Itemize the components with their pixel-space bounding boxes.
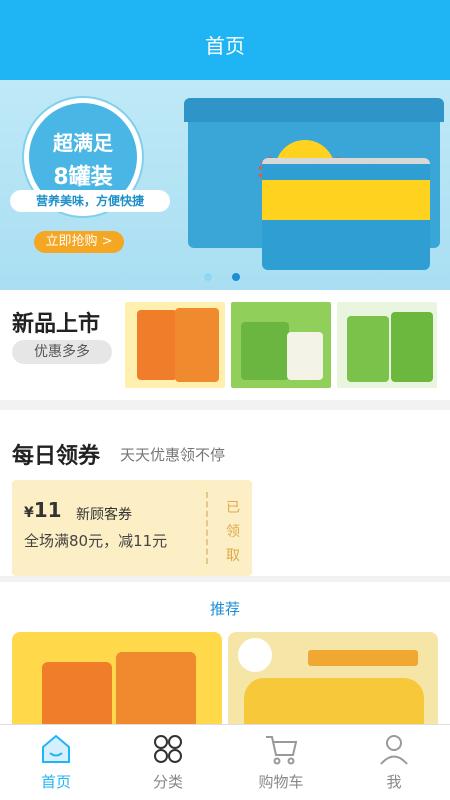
new-product-thumb[interactable] bbox=[337, 302, 437, 388]
promo-slogan: 营养美味，方便快捷 bbox=[10, 190, 170, 212]
badge-line1: 超满足 bbox=[53, 131, 113, 155]
can-band bbox=[368, 180, 430, 220]
tab-home[interactable]: 首页 bbox=[0, 725, 112, 800]
coupon-amount: ¥11 bbox=[24, 498, 62, 522]
currency-symbol: ¥ bbox=[24, 505, 34, 521]
coupon-divider bbox=[206, 492, 208, 564]
recommend-section: 推荐 bbox=[0, 582, 450, 732]
carousel-dots bbox=[204, 266, 260, 285]
cart-icon bbox=[266, 736, 298, 765]
discount-tag[interactable]: 优惠多多 bbox=[12, 340, 112, 364]
carousel-dot[interactable] bbox=[204, 273, 212, 281]
product-pack bbox=[287, 332, 323, 380]
recommend-card[interactable] bbox=[228, 632, 438, 732]
coupon-condition: 全场满80元，减11元 bbox=[24, 532, 168, 550]
user-icon bbox=[380, 735, 408, 765]
coupon-subtitle: 天天优惠领不停 bbox=[120, 446, 226, 464]
tab-label: 首页 bbox=[40, 773, 71, 791]
tab-label: 购物车 bbox=[258, 773, 304, 791]
recommend-card[interactable] bbox=[12, 632, 222, 732]
product-pack bbox=[137, 310, 177, 380]
coupon-status[interactable]: 已领取 bbox=[226, 496, 242, 568]
box-lid bbox=[184, 98, 444, 122]
brand-logo-image bbox=[238, 638, 272, 672]
product-pack bbox=[391, 312, 433, 382]
promo-banner[interactable]: 超满足 8罐装 营养美味，方便快捷 立即抢购 > 老鸭暖汤 bbox=[0, 80, 450, 290]
bottom-tab-bar: 首页 分类 购物车 我 bbox=[0, 724, 450, 800]
new-arrivals-title: 新品上市 bbox=[12, 312, 101, 337]
product-can-image bbox=[368, 158, 430, 270]
category-icon bbox=[154, 735, 182, 763]
page-title: 首页 bbox=[205, 34, 245, 58]
coupon-section: 每日领券 天天优惠领不停 ¥11 新顾客券 全场满80元，减11元 已领取 bbox=[0, 410, 450, 576]
product-pack bbox=[42, 662, 112, 732]
product-pack bbox=[175, 308, 219, 382]
recommend-title: 推荐 bbox=[209, 600, 240, 618]
product-pack bbox=[116, 652, 196, 732]
buy-now-button[interactable]: 立即抢购 > bbox=[34, 231, 124, 253]
coupon-value: 11 bbox=[33, 498, 62, 522]
tab-label: 我 bbox=[386, 773, 402, 791]
top-bar: 首页 bbox=[0, 0, 450, 80]
coupon-title: 每日领券 bbox=[12, 444, 101, 469]
product-pack bbox=[347, 316, 389, 382]
banner-ribbon bbox=[308, 650, 418, 666]
tab-category[interactable]: 分类 bbox=[112, 725, 224, 800]
tab-cart[interactable]: 购物车 bbox=[225, 725, 337, 800]
new-customer-coupon[interactable]: ¥11 新顾客券 全场满80元，减11元 已领取 bbox=[12, 480, 252, 576]
new-product-thumb[interactable] bbox=[231, 302, 331, 388]
new-arrivals-section: 新品上市 优惠多多 bbox=[0, 290, 450, 400]
carousel-dot-active[interactable] bbox=[232, 273, 240, 281]
tab-profile[interactable]: 我 bbox=[338, 725, 450, 800]
product-pack bbox=[241, 322, 289, 380]
badge-line2: 8罐装 bbox=[53, 165, 113, 190]
home-icon bbox=[42, 734, 70, 763]
new-product-thumb[interactable] bbox=[125, 302, 225, 388]
coupon-name: 新顾客券 bbox=[76, 507, 132, 523]
tab-label: 分类 bbox=[152, 773, 183, 791]
